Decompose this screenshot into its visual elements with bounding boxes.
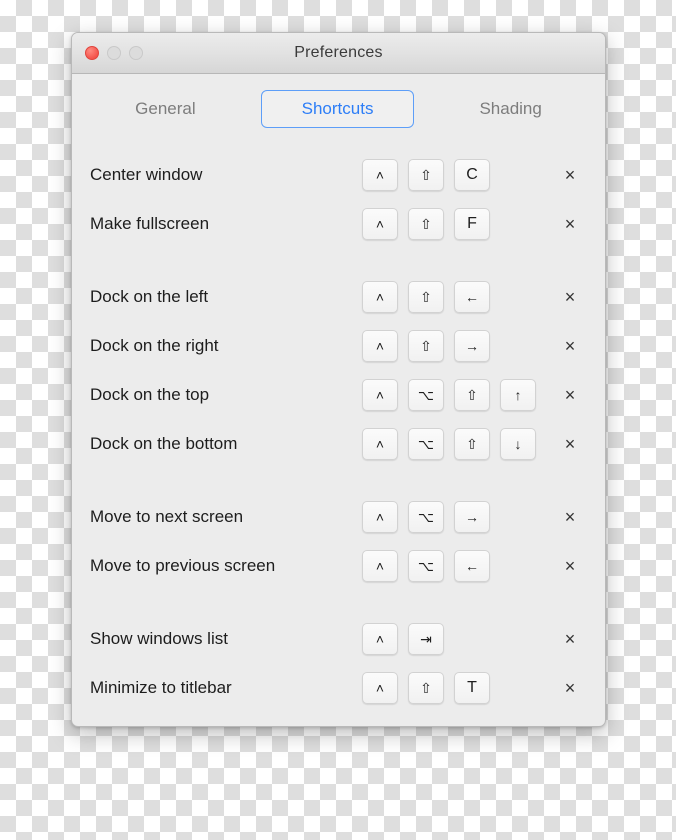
shortcut-label: Make fullscreen [90,213,210,233]
control-key[interactable]: ˄ [362,378,398,411]
control-key[interactable]: ˄ [362,549,398,582]
shortcut-row: Dock on the right ˄ ⇧ → × [72,321,605,370]
tab-key[interactable]: ⇥ [408,622,444,655]
delete-shortcut-icon[interactable]: × [557,504,583,530]
preferences-window: Preferences General Shortcuts Shading Ce… [71,32,606,727]
delete-shortcut-icon[interactable]: × [557,553,583,579]
shift-key[interactable]: ⇧ [408,158,444,191]
arrow-right-key[interactable]: → [454,329,490,362]
shortcut-row: Minimize to titlebar ˄ ⇧ T × [72,663,605,712]
shortcut-row: Move to previous screen ˄ ⌥ ← × [72,541,605,590]
shortcut-label: Dock on the bottom [90,433,238,453]
delete-shortcut-icon[interactable]: × [557,382,583,408]
shortcut-key-group[interactable]: ˄ ⌥ ⇧ ↑ [362,378,557,411]
delete-shortcut-icon[interactable]: × [557,162,583,188]
zoom-window-button[interactable] [129,46,143,60]
shift-key[interactable]: ⇧ [454,378,490,411]
minimize-window-button[interactable] [107,46,121,60]
shortcut-key-group[interactable]: ˄ ⌥ ← [362,549,557,582]
shortcut-row: Dock on the top ˄ ⌥ ⇧ ↑ × [72,370,605,419]
shift-key[interactable]: ⇧ [408,329,444,362]
shortcut-label: Move to previous screen [90,555,276,575]
shortcut-label: Dock on the right [90,335,219,355]
desktop-backdrop: Preferences General Shortcuts Shading Ce… [0,0,676,840]
shortcut-key-group[interactable]: ˄ ⌥ ⇧ ↓ [362,427,557,460]
delete-shortcut-icon[interactable]: × [557,431,583,457]
option-key[interactable]: ⌥ [408,427,444,460]
shift-key[interactable]: ⇧ [408,280,444,313]
tab-general[interactable]: General [112,90,218,128]
shortcut-key-group[interactable]: ˄ ⇧ → [362,329,557,362]
arrow-right-key[interactable]: → [454,500,490,533]
control-key[interactable]: ˄ [362,500,398,533]
option-key[interactable]: ⌥ [408,549,444,582]
shortcut-label: Move to next screen [90,506,244,526]
shortcut-row: Dock on the left ˄ ⇧ ← × [72,272,605,321]
delete-shortcut-icon[interactable]: × [557,333,583,359]
arrow-up-key[interactable]: ↑ [500,378,536,411]
shortcut-key-group[interactable]: ˄ ⇧ ← [362,280,557,313]
control-key[interactable]: ˄ [362,280,398,313]
option-key[interactable]: ⌥ [408,378,444,411]
delete-shortcut-icon[interactable]: × [557,626,583,652]
shortcut-row: Show windows list ˄ ⇥ × [72,614,605,663]
shortcut-key-group[interactable]: ˄ ⇧ T [362,671,557,704]
delete-shortcut-icon[interactable]: × [557,211,583,237]
delete-shortcut-icon[interactable]: × [557,675,583,701]
window-titlebar[interactable]: Preferences [72,33,605,74]
shortcut-row: Make fullscreen ˄ ⇧ F × [72,199,605,248]
shortcut-key-group[interactable]: ˄ ⇧ C [362,158,557,191]
shortcut-label: Minimize to titlebar [90,677,232,697]
control-key[interactable]: ˄ [362,207,398,240]
shortcut-key-group[interactable]: ˄ ⇧ F [362,207,557,240]
shift-key[interactable]: ⇧ [408,671,444,704]
arrow-down-key[interactable]: ↓ [500,427,536,460]
shortcut-list: Center window ˄ ⇧ C × Make fullscreen ˄ ⇧ F × Dock… [72,138,605,712]
letter-f-key[interactable]: F [454,207,490,240]
tab-shortcuts[interactable]: Shortcuts [260,90,415,128]
shortcut-row: Move to next screen ˄ ⌥ → × [72,492,605,541]
arrow-left-key[interactable]: ← [454,549,490,582]
letter-c-key[interactable]: C [454,158,490,191]
letter-t-key[interactable]: T [454,671,490,704]
shortcut-label: Center window [90,164,203,184]
control-key[interactable]: ˄ [362,671,398,704]
traffic-light-group [85,46,143,60]
control-key[interactable]: ˄ [362,427,398,460]
shortcut-row: Dock on the bottom ˄ ⌥ ⇧ ↓ × [72,419,605,468]
shift-key[interactable]: ⇧ [408,207,444,240]
window-title: Preferences [294,44,383,61]
shift-key[interactable]: ⇧ [454,427,490,460]
control-key[interactable]: ˄ [362,329,398,362]
shortcut-label: Dock on the top [90,384,210,404]
tab-bar: General Shortcuts Shading [72,74,605,138]
control-key[interactable]: ˄ [362,158,398,191]
shortcut-key-group[interactable]: ˄ ⌥ → [362,500,557,533]
close-window-button[interactable] [85,46,99,60]
shortcut-row: Center window ˄ ⇧ C × [72,150,605,199]
shortcut-key-group[interactable]: ˄ ⇥ [362,622,557,655]
control-key[interactable]: ˄ [362,622,398,655]
shortcut-label: Dock on the left [90,286,209,306]
option-key[interactable]: ⌥ [408,500,444,533]
shortcut-label: Show windows list [90,628,228,648]
arrow-left-key[interactable]: ← [454,280,490,313]
tab-shading[interactable]: Shading [456,90,564,128]
delete-shortcut-icon[interactable]: × [557,284,583,310]
